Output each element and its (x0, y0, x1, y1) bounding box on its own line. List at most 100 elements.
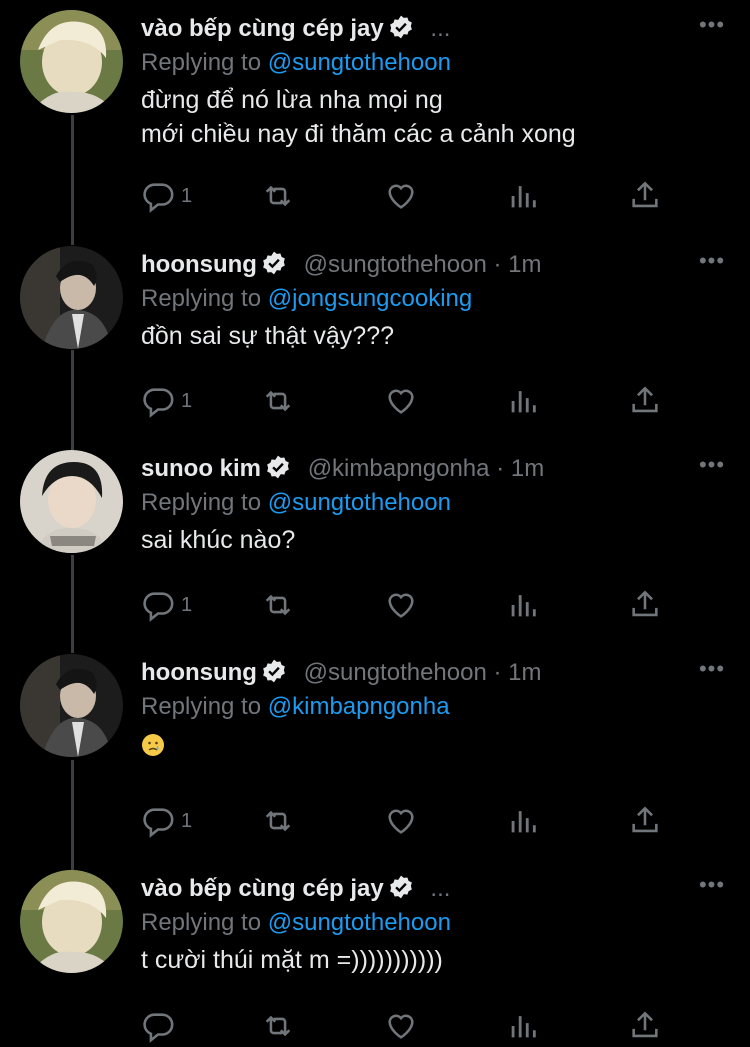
like-icon (388, 389, 414, 414)
like-icon (388, 593, 414, 618)
reply-button[interactable]: 1 (141, 585, 192, 625)
user-handle[interactable]: @sungtothehoon (304, 251, 487, 278)
tweet[interactable]: hoonsung @sungtothehoon · 1m ••• Replyin… (0, 644, 750, 860)
views-button[interactable] (506, 1006, 540, 1046)
display-name[interactable]: sunoo kim (141, 455, 261, 482)
replying-to: Replying to @sungtothehoon (141, 489, 451, 516)
display-name[interactable]: vào bếp cùng cép jay (141, 875, 384, 902)
like-icon (388, 809, 414, 834)
tweet-text: t cười thúi mặt m =))))))))))) (141, 943, 730, 977)
verified-icon (263, 251, 285, 275)
views-icon (511, 1016, 536, 1038)
views-button[interactable] (506, 801, 540, 841)
tweet-text-line: sai khúc nào? (141, 526, 296, 554)
views-icon (511, 186, 536, 208)
retweet-button[interactable] (261, 801, 295, 841)
reply-button[interactable]: 1 (141, 176, 192, 216)
retweet-icon (265, 1015, 291, 1037)
more-icon[interactable]: ••• (694, 12, 730, 46)
reply-count: 1 (181, 809, 193, 832)
reply-icon (143, 388, 174, 418)
timestamp[interactable]: 1m (511, 455, 544, 482)
tweet-actions (141, 1006, 681, 1046)
share-button[interactable] (628, 1006, 662, 1046)
views-icon (511, 391, 536, 413)
tweet[interactable]: hoonsung @sungtothehoon · 1m ••• Replyin… (0, 236, 750, 440)
tweet[interactable]: vào bếp cùng cép jay ... ••• Replying to… (0, 860, 750, 1047)
reply-count: 1 (181, 184, 193, 207)
like-button[interactable] (384, 381, 418, 421)
more-icon[interactable]: ••• (694, 248, 730, 282)
truncation-ellipsis: ... (430, 875, 451, 902)
retweet-icon (265, 185, 291, 207)
mention-link[interactable]: @kimbapngonha (268, 693, 450, 720)
like-button[interactable] (384, 1006, 418, 1046)
tweet-text-line: t cười thúi mặt m =))))))))))) (141, 946, 443, 974)
retweet-button[interactable] (261, 1006, 295, 1046)
tweet[interactable]: vào bếp cùng cép jay ... ••• Replying to… (0, 0, 750, 225)
share-icon (632, 181, 658, 208)
verified-icon (263, 659, 285, 683)
verified-icon (389, 15, 412, 39)
replying-to: Replying to @jongsungcooking (141, 285, 473, 312)
avatar[interactable] (20, 450, 123, 553)
avatar[interactable] (20, 654, 123, 757)
user-handle[interactable]: @sungtothehoon (304, 659, 487, 686)
avatar[interactable] (20, 10, 123, 113)
tweet[interactable]: sunoo kim @kimbapngonha · 1m ••• Replyin… (0, 440, 750, 644)
share-icon (632, 1011, 658, 1038)
tweet-header: hoonsung @sungtothehoon · 1m (141, 248, 730, 282)
like-icon (388, 1014, 414, 1039)
separator-dot: · (493, 251, 502, 278)
timestamp[interactable]: 1m (508, 659, 541, 686)
display-name[interactable]: hoonsung (141, 659, 257, 686)
reply-button[interactable] (141, 1006, 181, 1046)
timestamp[interactable]: 1m (508, 251, 541, 278)
avatar[interactable] (20, 246, 123, 349)
verified-icon (267, 455, 289, 479)
like-button[interactable] (384, 585, 418, 625)
tweet-actions: 1 (141, 585, 681, 625)
reply-button[interactable]: 1 (141, 381, 192, 421)
more-icon[interactable]: ••• (694, 452, 730, 486)
crying-face-emoji (142, 734, 164, 756)
tweet-text: đừng để nó lừa nha mọi ng mới chiều nay … (141, 83, 730, 151)
tweet-header: vào bếp cùng cép jay ... (141, 872, 730, 906)
tweet-text: đồn sai sự thật vậy??? (141, 319, 730, 353)
like-button[interactable] (384, 801, 418, 841)
share-button[interactable] (628, 801, 662, 841)
retweet-button[interactable] (261, 176, 295, 216)
views-button[interactable] (506, 381, 540, 421)
views-button[interactable] (506, 585, 540, 625)
more-icon[interactable]: ••• (694, 872, 730, 906)
display-name[interactable]: hoonsung (141, 251, 257, 278)
separator-dot: · (493, 659, 502, 686)
tweet-text-line: mới chiều nay đi thăm các a cảnh xong (141, 120, 576, 148)
more-icon[interactable]: ••• (694, 656, 730, 690)
retweet-icon (265, 810, 291, 832)
like-button[interactable] (384, 176, 418, 216)
retweet-button[interactable] (261, 585, 295, 625)
share-button[interactable] (628, 585, 662, 625)
avatar[interactable] (20, 870, 123, 973)
reply-icon (143, 183, 174, 213)
reply-count: 1 (181, 593, 193, 616)
user-handle[interactable]: @kimbapngonha (308, 455, 490, 482)
tweet-header: sunoo kim @kimbapngonha · 1m (141, 452, 730, 486)
views-button[interactable] (506, 176, 540, 216)
mention-link[interactable]: @sungtothehoon (268, 489, 451, 516)
tweet-text-line: đừng để nó lừa nha mọi ng (141, 86, 443, 114)
mention-link[interactable]: @sungtothehoon (268, 49, 451, 76)
display-name[interactable]: vào bếp cùng cép jay (141, 15, 384, 42)
mention-link[interactable]: @sungtothehoon (268, 909, 451, 936)
tweet-header: hoonsung @sungtothehoon · 1m (141, 656, 730, 690)
share-button[interactable] (628, 176, 662, 216)
tweet-text (141, 732, 730, 766)
tweet-actions: 1 (141, 801, 681, 841)
mention-link[interactable]: @jongsungcooking (268, 285, 473, 312)
retweet-button[interactable] (261, 381, 295, 421)
reply-button[interactable]: 1 (141, 801, 192, 841)
truncation-ellipsis: ... (430, 15, 451, 42)
share-button[interactable] (628, 381, 662, 421)
tweet-actions: 1 (141, 176, 681, 216)
